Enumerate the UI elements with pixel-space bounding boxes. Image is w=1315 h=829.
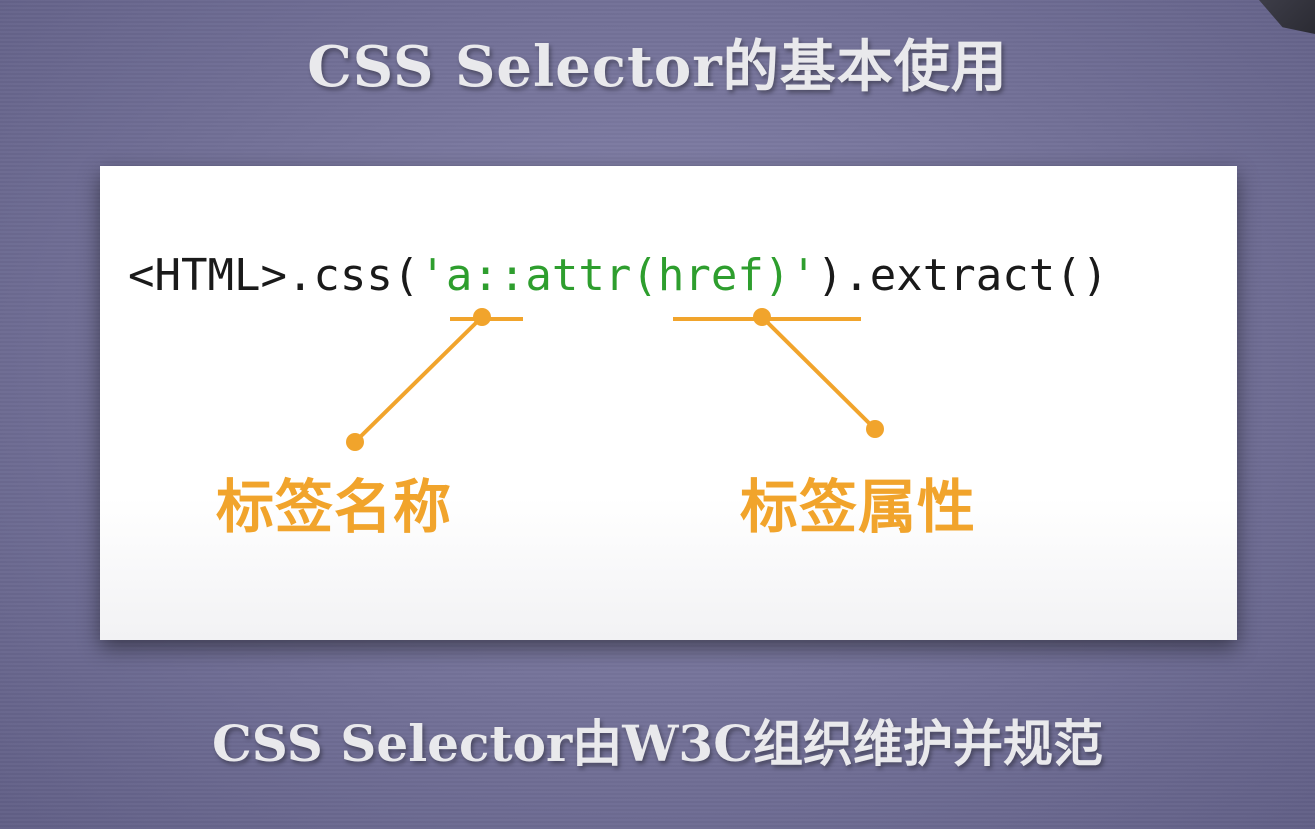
- tag-name-label: 标签名称: [216, 473, 453, 541]
- tag-name-callout: [346, 308, 523, 451]
- slide-title: CSS Selector的基本使用: [307, 34, 1008, 100]
- tag-attribute-anchor-dot: [753, 308, 771, 326]
- tag-attribute-label: 标签属性: [740, 473, 977, 541]
- tag-name-leader-line: [353, 315, 484, 444]
- tag-attribute-leader-line: [760, 315, 877, 431]
- code-card: <HTML>.css('a::attr(href)').extract() 标签…: [100, 166, 1237, 640]
- tag-attribute-end-dot: [866, 420, 884, 438]
- footer-caption: CSS Selector由W3C组织维护并规范: [211, 714, 1103, 773]
- tag-attribute-callout: [673, 308, 884, 438]
- annotation-callouts: [346, 308, 884, 451]
- tag-name-anchor-dot: [473, 308, 491, 326]
- tag-name-end-dot: [346, 433, 364, 451]
